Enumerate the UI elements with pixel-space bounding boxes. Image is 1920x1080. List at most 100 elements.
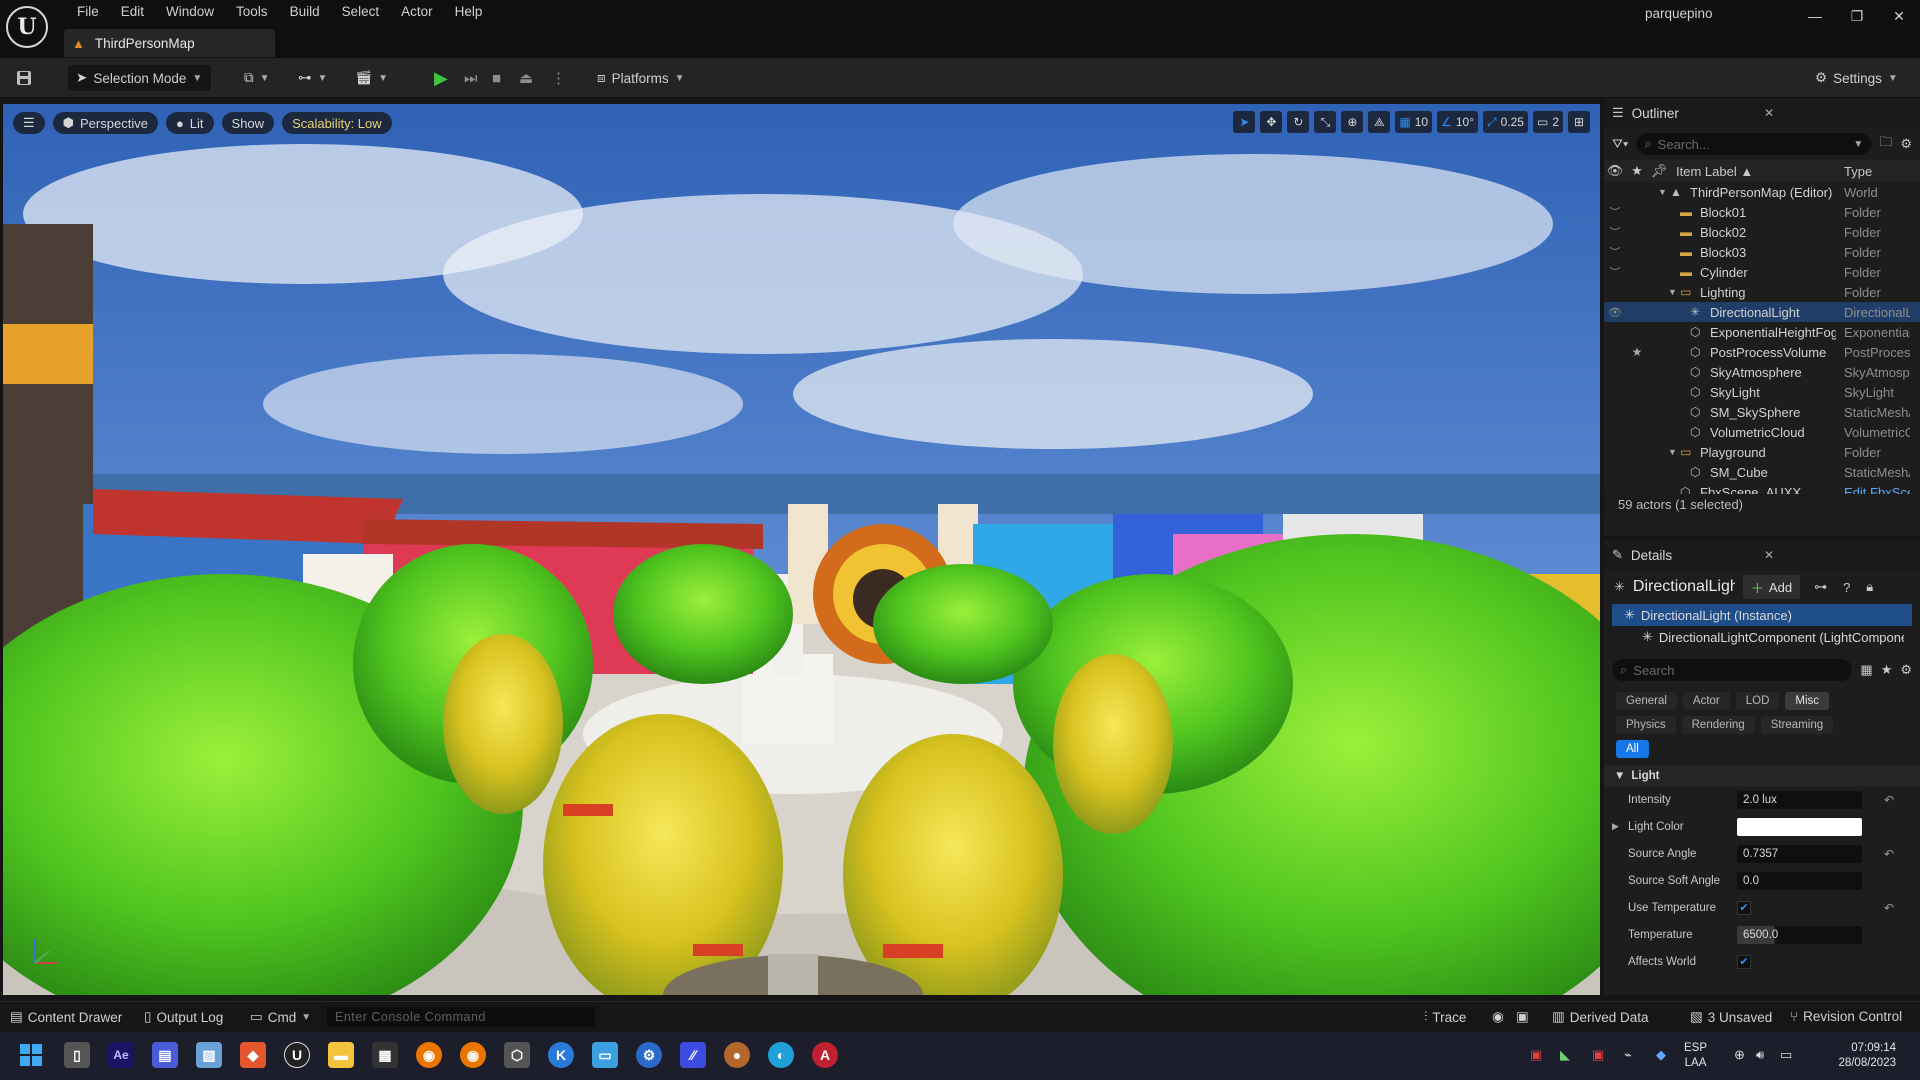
outliner-row[interactable]: 👁︎ ✳ DirectionalLight DirectionalLight xyxy=(1604,302,1920,322)
chevron-down-icon[interactable]: ▼ xyxy=(1658,187,1667,197)
outliner-row[interactable]: ︶ ▬ Cylinder Folder xyxy=(1604,262,1920,282)
pin-column-icon[interactable]: 📌︎ xyxy=(1648,163,1670,179)
source-angle-field[interactable]: 0.7357 xyxy=(1737,844,1862,863)
reset-icon[interactable]: ↶ xyxy=(1884,847,1894,861)
lock-icon[interactable]: 🔒︎ xyxy=(1866,579,1873,595)
viewport-options-button[interactable]: ☰ xyxy=(13,112,45,134)
outliner-row[interactable]: ⬡ SkyLight SkyLight xyxy=(1604,382,1920,402)
maximize-viewport-button[interactable]: ⊞ xyxy=(1568,111,1590,133)
reset-icon[interactable]: ↶ xyxy=(1884,793,1894,807)
content-drawer-button[interactable]: ▤ Content Drawer xyxy=(10,1009,122,1025)
blender-icon[interactable]: ◉ xyxy=(416,1042,442,1068)
close-icon[interactable]: ✕ xyxy=(1878,0,1920,32)
tray-app-icon-2[interactable]: ▣ xyxy=(1592,1047,1604,1063)
unsaved-button[interactable]: ▧ 3 Unsaved xyxy=(1690,1009,1772,1025)
type-column[interactable]: Type xyxy=(1844,164,1872,179)
eject-button[interactable]: ⏏ xyxy=(519,65,533,91)
view-mode-button[interactable]: ● Lit xyxy=(165,112,214,134)
nvidia-icon[interactable]: ◣ xyxy=(1560,1047,1570,1063)
component-row[interactable]: ✳ DirectionalLightComponent (LightCompon… xyxy=(1604,626,1920,648)
output-log-button[interactable]: ▯ Output Log xyxy=(144,1009,223,1025)
filter-icon[interactable]: ⛛▾ xyxy=(1612,136,1628,152)
filter-streaming[interactable]: Streaming xyxy=(1760,716,1834,734)
details-tab[interactable]: ✎ Details ✕ xyxy=(1604,540,1920,570)
rotate-mode-button[interactable]: ↻ xyxy=(1287,111,1310,133)
actor-name-field[interactable]: DirectionalLight xyxy=(1633,578,1735,596)
derived-data-button[interactable]: ▥ Derived Data xyxy=(1552,1009,1649,1025)
visibility-toggle-icon[interactable]: ︶ xyxy=(1604,204,1626,220)
filter-actor[interactable]: Actor xyxy=(1682,692,1730,710)
filter-misc[interactable]: Misc xyxy=(1785,692,1830,710)
platforms-dropdown[interactable]: ⧈ Platforms ▼ xyxy=(597,65,685,91)
record-icon[interactable]: ◉ xyxy=(1492,1009,1504,1025)
outliner-row[interactable]: ▼ ▭ Playground Folder xyxy=(1604,442,1920,462)
visibility-toggle-icon[interactable]: ︶ xyxy=(1604,244,1626,260)
k-app-icon[interactable]: K xyxy=(548,1042,574,1068)
outliner-row[interactable]: ▼ ▭ Lighting Folder xyxy=(1604,282,1920,302)
visibility-toggle-icon[interactable]: ︶ xyxy=(1604,264,1626,280)
outliner-tab[interactable]: ☰ Outliner ✕ xyxy=(1604,98,1920,128)
clapper-icon[interactable]: ▦ xyxy=(372,1042,398,1068)
level-viewport[interactable]: ☰ ⬢ Perspective ● Lit Show Scalability: … xyxy=(3,104,1600,995)
blueprints-button[interactable]: ⊶ ▼ xyxy=(298,65,327,91)
outliner-row[interactable]: ⬡ SM_SkySphere StaticMeshActor xyxy=(1604,402,1920,422)
stats-app-icon[interactable]: ∕∕ xyxy=(680,1042,706,1068)
perspective-button[interactable]: ⬢ Perspective xyxy=(52,112,158,134)
add-folder-icon[interactable]: 🗀 xyxy=(1879,133,1892,155)
outliner-row[interactable]: ︶ ▬ Block01 Folder xyxy=(1604,202,1920,222)
after-effects-icon[interactable]: Ae xyxy=(108,1042,134,1068)
play-options-button[interactable]: ⋮ xyxy=(551,65,566,91)
star-column-icon[interactable]: ★ xyxy=(1626,163,1648,179)
scale-mode-button[interactable]: ⤡ xyxy=(1314,111,1337,133)
usb-icon[interactable]: ⌁ xyxy=(1624,1047,1632,1063)
add-component-button[interactable]: ＋ Add xyxy=(1742,575,1801,599)
outliner-row[interactable]: ⬡ FbxScene_AUXX Edit FbxScene xyxy=(1604,482,1920,495)
restore-icon[interactable]: ❐ xyxy=(1836,0,1878,32)
visibility-toggle-icon[interactable]: ︶ xyxy=(1604,224,1626,240)
advance-frame-button[interactable]: ⏭ xyxy=(464,65,478,91)
unity-icon[interactable]: ⬡ xyxy=(504,1042,530,1068)
menu-edit[interactable]: Edit xyxy=(110,3,155,21)
grid-snap-button[interactable]: ▦ 10 xyxy=(1395,111,1433,133)
cinematics-button[interactable]: 🎬︎ ▼ xyxy=(355,65,388,91)
chevron-down-icon[interactable]: ▼ xyxy=(1668,287,1677,297)
selection-mode-dropdown[interactable]: ➤ Selection Mode ▼ xyxy=(68,65,211,91)
trace-button[interactable]: ⫶ Trace xyxy=(1424,1009,1466,1025)
camera-speed-button[interactable]: ▭ 2 xyxy=(1532,111,1563,133)
filter-physics[interactable]: Physics xyxy=(1616,716,1676,734)
outliner-row[interactable]: ⬡ ExponentialHeightFog ExponentialHeightFo… xyxy=(1604,322,1920,342)
menu-build[interactable]: Build xyxy=(279,3,331,21)
scale-snap-button[interactable]: ⤢ 0.25 xyxy=(1483,111,1528,133)
visibility-column-icon[interactable]: 👁︎ xyxy=(1604,163,1626,179)
outliner-row[interactable]: ︶ ▬ Block02 Folder xyxy=(1604,222,1920,242)
light-section-header[interactable]: ▼ Light xyxy=(1604,766,1920,786)
intensity-field[interactable]: 2.0 lux xyxy=(1737,790,1862,809)
blueprint-icon[interactable]: ⊶ xyxy=(1814,579,1827,595)
source-soft-angle-field[interactable]: 0.0 xyxy=(1737,871,1862,890)
outliner-row[interactable]: ▼ ▲ ThirdPersonMap (Editor) World xyxy=(1604,182,1920,202)
orb-app-icon[interactable]: ● xyxy=(724,1042,750,1068)
red-app-icon[interactable]: A xyxy=(812,1042,838,1068)
close-icon[interactable]: ✕ xyxy=(1764,106,1774,120)
windows-start-icon[interactable] xyxy=(18,1042,44,1068)
photos-icon[interactable]: ▨ xyxy=(196,1042,222,1068)
visibility-toggle-icon[interactable]: 👁︎ xyxy=(1604,306,1626,319)
menu-actor[interactable]: Actor xyxy=(390,3,444,21)
settings-dropdown[interactable]: ⚙ Settings ▼ xyxy=(1815,65,1898,91)
menu-help[interactable]: Help xyxy=(444,3,494,21)
blender-icon-2[interactable]: ◉ xyxy=(460,1042,486,1068)
translate-mode-button[interactable]: ✥ xyxy=(1260,111,1283,133)
filter-lod[interactable]: LOD xyxy=(1735,692,1780,710)
outliner-row[interactable]: ⬡ SM_Cube StaticMeshActor xyxy=(1604,462,1920,482)
outliner-row[interactable]: ⬡ SkyAtmosphere SkyAtmosphere xyxy=(1604,362,1920,382)
file-explorer-icon[interactable]: ▬ xyxy=(328,1042,354,1068)
filter-general[interactable]: General xyxy=(1616,692,1677,710)
network-icon[interactable]: ⊕ xyxy=(1734,1047,1745,1063)
edit-fbx-link[interactable]: Edit FbxScene xyxy=(1844,485,1910,495)
edge-icon[interactable]: ◐ xyxy=(768,1042,794,1068)
console-command-input[interactable]: Enter Console Command xyxy=(327,1007,595,1027)
app-icon[interactable]: ▤ xyxy=(152,1042,178,1068)
rotation-snap-button[interactable]: ∠ 10° xyxy=(1437,111,1478,133)
monitor-icon[interactable]: ▭ xyxy=(592,1042,618,1068)
stop-button[interactable]: ■ xyxy=(492,65,501,91)
